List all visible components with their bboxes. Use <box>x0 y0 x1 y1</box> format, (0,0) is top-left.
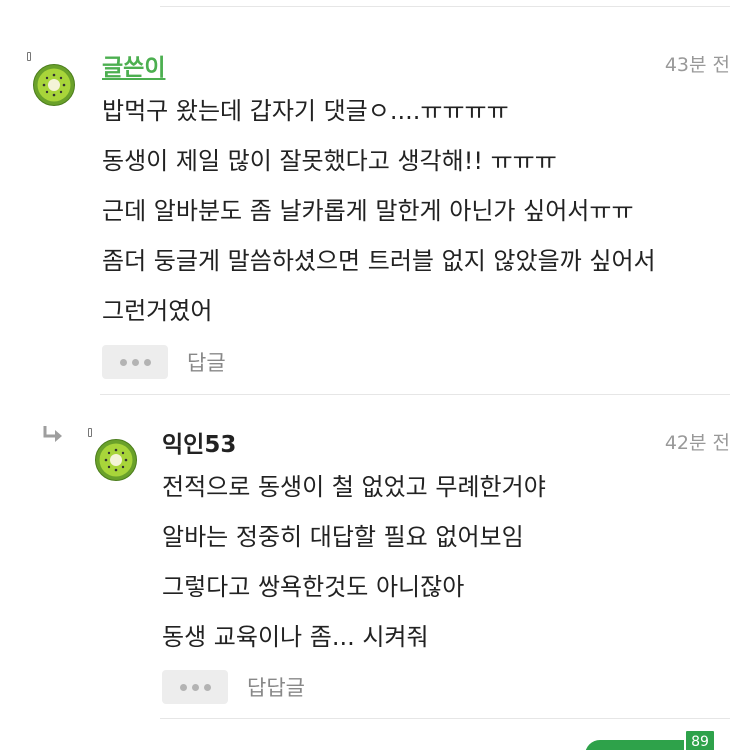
comment-line: 전적으로 동생이 철 없었고 무례한거야 <box>162 473 546 501</box>
comment-line: 동생 교육이나 좀... 시켜줘 <box>162 623 429 651</box>
comment-body: 전적으로 동생이 철 없었고 무례한거야 알바는 정중히 대답할 필요 없어보임… <box>162 462 546 662</box>
author-name[interactable]: 글쓴이 <box>102 48 165 82</box>
comment-line: 알바는 정중히 대답할 필요 없어보임 <box>162 523 524 551</box>
author-name[interactable]: 익인53 <box>162 425 236 459</box>
reply-link[interactable]: 답글 <box>187 347 226 377</box>
comment-line: 그렇다고 쌍욕한것도 아니잖아 <box>162 573 465 601</box>
comment-line: 동생이 제일 많이 잘못했다고 생각해!! ㅠㅠㅠ <box>102 147 557 175</box>
more-dot <box>131 358 139 366</box>
reply-arrow-icon <box>43 426 62 442</box>
more-dot <box>143 358 151 366</box>
comment-line: 밥먹구 왔는데 갑자기 댓글ㅇ....ㅠㅠㅠㅠ <box>102 97 509 125</box>
kiwi-icon <box>33 64 75 106</box>
comment-time: 42분 전 <box>664 432 730 454</box>
comment-line: 좀더 둥글게 말씀하셨으면 트러블 없지 않았을까 싶어서 <box>102 247 656 275</box>
reply-link[interactable]: 답답글 <box>247 672 305 702</box>
comment-body: 밥먹구 왔는데 갑자기 댓글ㅇ....ㅠㅠㅠㅠ 동생이 제일 많이 잘못했다고 … <box>102 86 656 336</box>
kiwi-icon <box>95 439 137 481</box>
more-dots-icon <box>119 358 127 366</box>
comment-line: 근데 알바분도 좀 날카롭게 말한게 아닌가 싶어서ㅠㅠ <box>102 197 634 225</box>
count-badge: 89 <box>684 729 716 750</box>
more-button[interactable] <box>102 345 168 379</box>
more-dot <box>191 683 199 691</box>
avatar[interactable] <box>32 63 76 107</box>
avatar[interactable] <box>94 438 138 482</box>
more-dots-icon <box>179 683 187 691</box>
top-divider <box>160 6 730 7</box>
more-dot <box>203 683 211 691</box>
comment-marker-icon <box>88 428 92 437</box>
comment-divider <box>100 394 730 395</box>
more-button[interactable] <box>162 670 228 704</box>
comment-line: 그런거였어 <box>102 297 213 325</box>
comment-marker-icon <box>27 52 31 61</box>
comment-divider <box>160 718 730 719</box>
comment-time: 43분 전 <box>664 54 730 76</box>
